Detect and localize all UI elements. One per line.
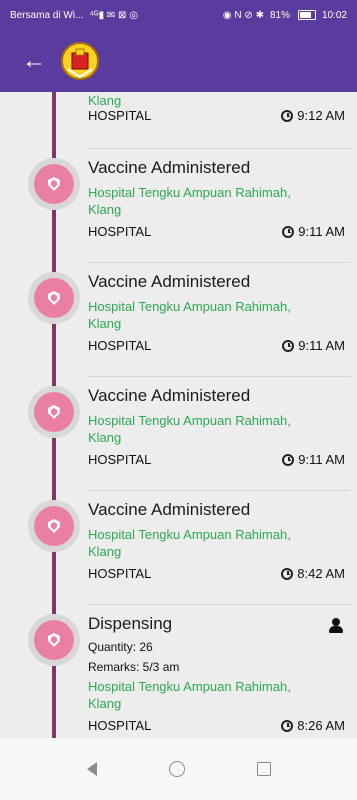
item-separator (88, 262, 351, 263)
category-text: HOSPITAL (88, 452, 152, 467)
timeline-badge-icon (34, 278, 74, 318)
status-left-icons: ⁴ᴳ▮ ✉ ⊠ ◎ (89, 9, 138, 21)
event-title: Vaccine Administered (88, 500, 251, 519)
event-title: Vaccine Administered (88, 386, 251, 405)
timeline-badge-icon (34, 506, 74, 546)
carrier-text: Bersama di Wi... (10, 9, 84, 21)
item-separator (88, 604, 351, 605)
event-title: Vaccine Administered (88, 158, 251, 177)
nav-home-icon[interactable] (168, 761, 185, 777)
remarks-text: Remarks: 5/3 am (88, 660, 180, 674)
arrow-left-icon: ← (22, 47, 46, 74)
time-text: 9:11 AM (298, 452, 345, 467)
category-text: HOSPITAL (88, 224, 152, 239)
app-bar: ← (0, 30, 357, 92)
clock-icon (281, 719, 294, 732)
battery-percent: 81% (269, 9, 290, 21)
time-text-wrapper: 9:11 AM (282, 452, 345, 467)
location-text: Hospital Tengku Ampuan Rahimah, Klang (88, 527, 291, 559)
timeline-badge (28, 614, 80, 666)
time-text-wrapper: 8:42 AM (281, 566, 345, 581)
timeline-badge-icon (34, 164, 74, 204)
timeline-badge-icon (34, 392, 74, 432)
time-text: 9:11 AM (298, 224, 345, 239)
back-button[interactable]: ← (12, 39, 56, 83)
event-title: Vaccine Administered (88, 272, 251, 291)
timeline-item: Vaccine Administered Hospital Tengku Amp… (0, 148, 357, 260)
clock-icon (282, 453, 295, 466)
location-text: Hospital Tengku Ampuan Rahimah, Klang (88, 679, 291, 711)
clock-icon (282, 225, 295, 238)
nav-recent-icon[interactable] (256, 762, 271, 776)
quantity-text: Quantity: 26 (88, 640, 153, 654)
time-text-wrapper: 9:11 AM (282, 338, 345, 353)
time-text-wrapper: 8:26 AM (281, 718, 345, 733)
status-time: 10:02 (321, 9, 347, 21)
timeline-item: Dispensing Quantity: 26 Remarks: 5/3 am … (0, 604, 357, 738)
timeline-item: Klang HOSPITAL 9:12 AM (0, 92, 357, 142)
person-icon (329, 618, 343, 634)
battery-icon (297, 10, 316, 20)
category-text: HOSPITAL (88, 566, 152, 581)
item-separator (88, 376, 351, 377)
clock-icon (282, 339, 295, 352)
time-text: 9:11 AM (298, 338, 345, 353)
timeline-item: Vaccine Administered Hospital Tengku Amp… (0, 262, 357, 374)
time-text: 9:12 AM (297, 108, 345, 123)
nav-back-icon[interactable] (86, 762, 97, 776)
status-bar: Bersama di Wi... ⁴ᴳ▮ ✉ ⊠ ◎ ◉ N ⊘ ✱ 81% 1… (0, 0, 357, 30)
item-separator (88, 490, 351, 491)
status-right: ◉ N ⊘ ✱ 81% 10:02 (223, 10, 347, 21)
timeline-badge (28, 158, 80, 210)
timeline-list: Klang HOSPITAL 9:12 AM Vaccine Administe… (0, 92, 357, 738)
navigation-bar (0, 738, 357, 800)
time-text: 8:26 AM (297, 718, 345, 733)
clock-icon (281, 109, 294, 122)
clock-icon (281, 567, 294, 580)
timeline-item: Vaccine Administered Hospital Tengku Amp… (0, 376, 357, 488)
timeline-item: Vaccine Administered Hospital Tengku Amp… (0, 490, 357, 602)
status-right-icons: ◉ N ⊘ ✱ (222, 9, 264, 21)
location-text: Klang (88, 93, 122, 108)
location-text: Hospital Tengku Ampuan Rahimah, Klang (88, 185, 291, 217)
status-left: Bersama di Wi... ⁴ᴳ▮ ✉ ⊠ ◎ (10, 10, 138, 21)
category-text: HOSPITAL (88, 718, 152, 733)
coat-of-arms-logo (58, 39, 102, 83)
timeline-badge (28, 500, 80, 552)
item-separator (88, 148, 351, 149)
time-text-wrapper: 9:11 AM (282, 224, 345, 239)
time-text-wrapper: 9:12 AM (281, 108, 345, 123)
time-text: 8:42 AM (297, 566, 345, 581)
timeline-badge (28, 272, 80, 324)
category-text: HOSPITAL (88, 338, 152, 353)
timeline-badge-icon (34, 620, 74, 660)
category-text: HOSPITAL (88, 108, 152, 123)
event-title: Dispensing (88, 614, 173, 633)
location-text: Hospital Tengku Ampuan Rahimah, Klang (88, 299, 291, 331)
timeline-badge (28, 386, 80, 438)
location-text: Hospital Tengku Ampuan Rahimah, Klang (88, 413, 291, 445)
